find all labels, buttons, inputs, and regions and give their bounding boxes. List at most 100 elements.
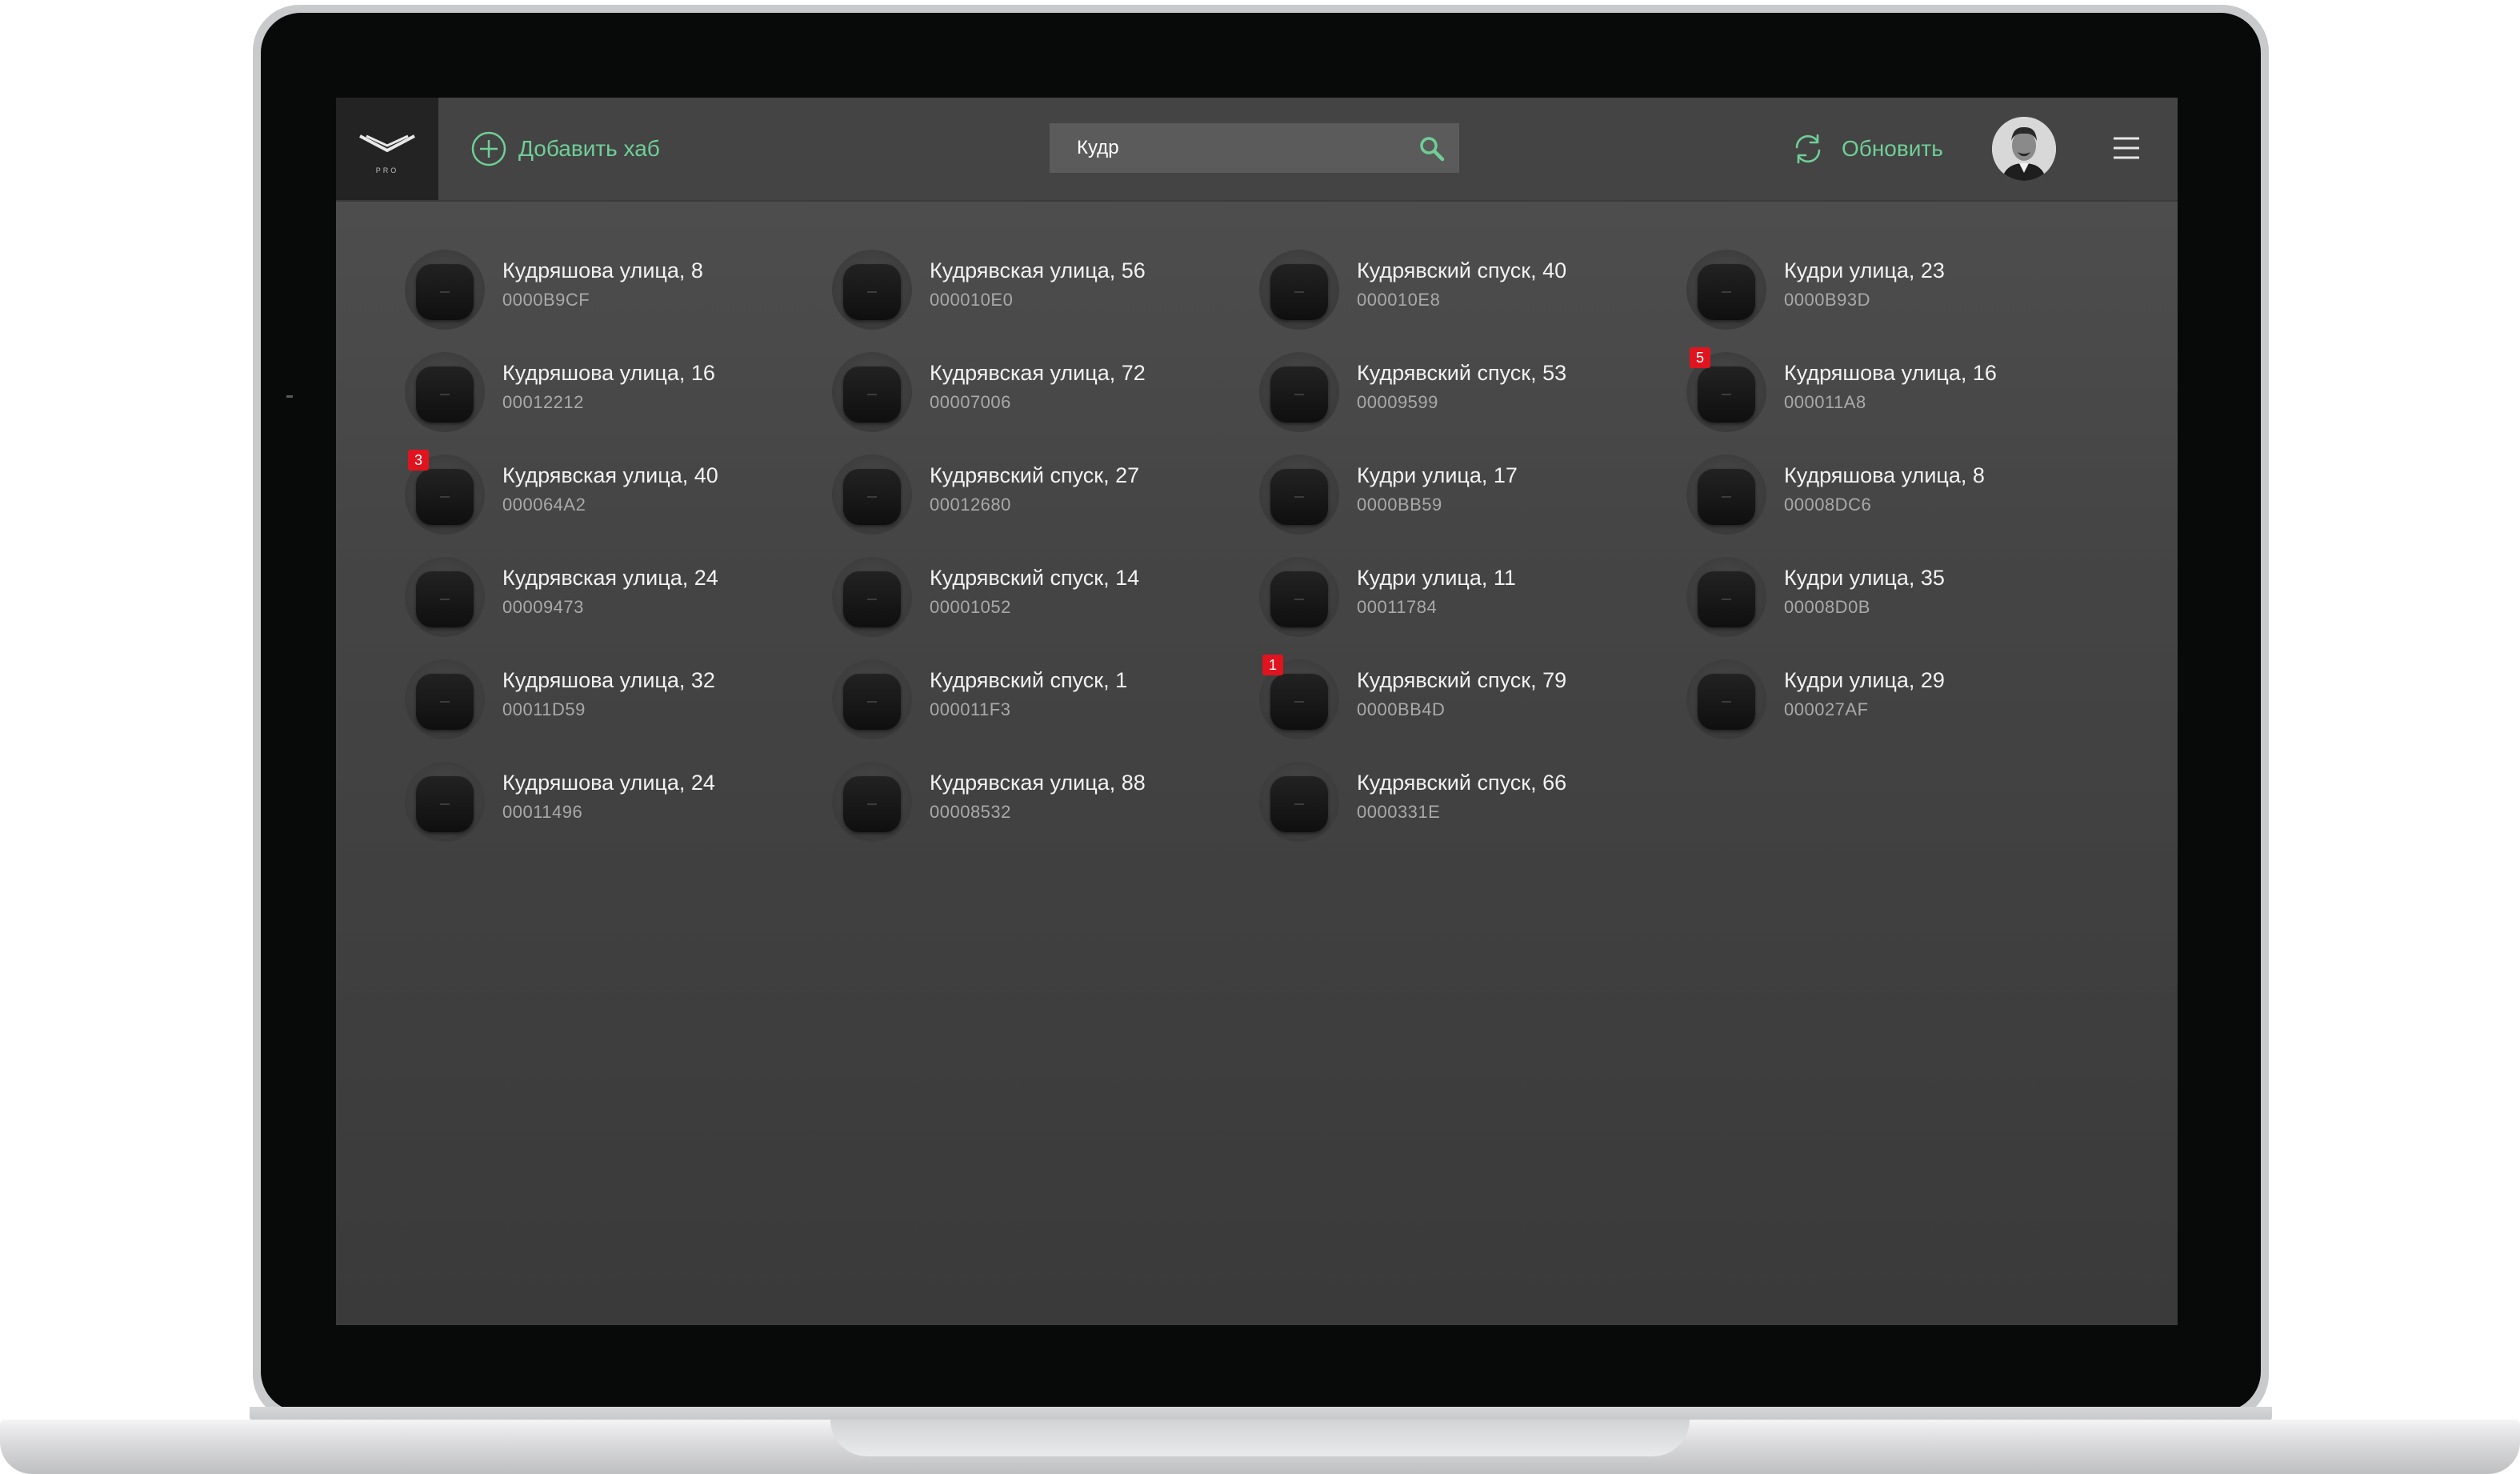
hub-id: 00012680 [930, 495, 1011, 515]
hub-id: 00011496 [502, 802, 583, 822]
hub-text: Кудрявская улица, 40 000064A2 [502, 461, 718, 517]
hub-list: Кудряшова улица, 8 0000B9CF Кудрявская у… [405, 250, 2114, 864]
hamburger-menu-icon[interactable] [2112, 136, 2141, 160]
hub-text: Кудрявская улица, 88 00008532 [930, 768, 1146, 824]
avatar[interactable] [1992, 117, 2056, 181]
hub-text: Кудрявская улица, 24 00009473 [502, 563, 718, 619]
hub-device-icon [843, 366, 901, 423]
hub-thumbnail [832, 250, 912, 330]
hub-device-logo [1722, 701, 1731, 703]
hub-item[interactable]: Кудряшова улица, 8 0000B9CF [405, 250, 832, 352]
hub-item[interactable]: Кудрявский спуск, 66 0000331E [1259, 762, 1686, 864]
hub-item[interactable]: Кудрявский спуск, 40 000010E8 [1259, 250, 1686, 352]
hub-device-icon [1270, 366, 1328, 423]
hub-thumbnail [1259, 557, 1339, 637]
hub-id: 000010E0 [930, 290, 1014, 310]
logo[interactable]: PRO [336, 98, 438, 200]
hub-device-logo [867, 803, 877, 805]
hub-thumbnail [832, 762, 912, 842]
hub-thumbnail [405, 762, 485, 842]
hub-text: Кудрявская улица, 72 00007006 [930, 358, 1146, 415]
hub-device-logo [440, 291, 450, 293]
hub-text: Кудряшова улица, 32 00011D59 [502, 666, 715, 722]
hub-id: 00008D0B [1784, 597, 1870, 617]
hub-device-icon [1270, 776, 1328, 832]
search-box[interactable] [1050, 123, 1459, 173]
hub-id: 0000B93D [1784, 290, 1870, 310]
hub-item[interactable]: Кудри улица, 23 0000B93D [1686, 250, 2114, 352]
hub-text: Кудри улица, 35 00008D0B [1784, 563, 1945, 619]
hub-device-logo [440, 599, 450, 600]
hub-item[interactable]: Кудри улица, 29 000027AF [1686, 659, 2114, 762]
hub-thumbnail [1686, 659, 1766, 739]
hub-device-icon [843, 264, 901, 320]
hub-item[interactable]: Кудрявский спуск, 1 000011F3 [832, 659, 1259, 762]
add-hub-button[interactable]: Добавить хаб [470, 130, 660, 168]
hub-device-icon [1270, 674, 1328, 730]
hub-name: Кудрявский спуск, 53 [1357, 361, 1567, 385]
hub-id: 0000BB59 [1357, 495, 1442, 515]
hub-thumbnail [1686, 557, 1766, 637]
hub-item[interactable]: Кудрявская улица, 24 00009473 [405, 557, 832, 659]
hub-device-logo [1294, 496, 1304, 498]
search-icon[interactable] [1419, 136, 1445, 162]
hub-item[interactable]: Кудрявский спуск, 14 00001052 [832, 557, 1259, 659]
hub-name: Кудряшова улица, 16 [1784, 361, 1997, 385]
user-photo-icon [1992, 117, 2056, 181]
hub-item[interactable]: Кудрявский спуск, 53 00009599 [1259, 352, 1686, 455]
hub-text: Кудряшова улица, 16 000011A8 [1784, 358, 1997, 415]
hub-item[interactable]: Кудрявский спуск, 27 00012680 [832, 455, 1259, 557]
hub-name: Кудри улица, 17 [1357, 463, 1518, 487]
hub-id: 00007006 [930, 392, 1011, 412]
hub-name: Кудрявская улица, 88 [930, 771, 1146, 795]
hub-name: Кудрявская улица, 72 [930, 361, 1146, 385]
hub-item[interactable]: Кудри улица, 11 00011784 [1259, 557, 1686, 659]
hub-device-icon [1698, 366, 1755, 423]
hub-item[interactable]: Кудряшова улица, 24 00011496 [405, 762, 832, 864]
hub-name: Кудри улица, 23 [1784, 258, 1945, 282]
hub-thumbnail [1686, 455, 1766, 535]
hub-name: Кудри улица, 11 [1357, 566, 1516, 590]
hub-device-logo [1294, 599, 1304, 600]
hub-item[interactable]: Кудри улица, 35 00008D0B [1686, 557, 2114, 659]
hub-device-icon [843, 469, 901, 525]
refresh-button[interactable]: Обновить [1790, 130, 1943, 168]
hub-text: Кудрявский спуск, 27 00012680 [930, 461, 1139, 517]
plus-circle-icon [471, 131, 506, 166]
hub-item[interactable]: Кудрявская улица, 72 00007006 [832, 352, 1259, 455]
hub-text: Кудри улица, 23 0000B93D [1784, 256, 1945, 312]
hub-name: Кудрявский спуск, 66 [1357, 771, 1567, 795]
hub-thumbnail [832, 455, 912, 535]
hub-item[interactable]: 5 Кудряшова улица, 16 000011A8 [1686, 347, 2114, 455]
hub-item[interactable]: Кудрявская улица, 56 000010E0 [832, 250, 1259, 352]
hub-device-logo [1722, 394, 1731, 395]
hub-name: Кудряшова улица, 24 [502, 771, 715, 795]
hub-device-logo [440, 496, 450, 498]
hub-id: 00009473 [502, 597, 584, 617]
hub-device-logo [867, 496, 877, 498]
hub-item[interactable]: Кудрявская улица, 88 00008532 [832, 762, 1259, 864]
hub-text: Кудрявский спуск, 40 000010E8 [1357, 256, 1566, 312]
hub-name: Кудрявская улица, 24 [502, 566, 718, 590]
search-input[interactable] [1075, 136, 1411, 160]
hub-id: 0000331E [1357, 802, 1441, 822]
hub-item[interactable]: Кудряшова улица, 16 00012212 [405, 352, 832, 455]
hub-name: Кудрявский спуск, 79 [1357, 668, 1567, 692]
hub-item[interactable]: 1 Кудрявский спуск, 79 0000BB4D [1259, 655, 1686, 762]
hub-thumbnail: 3 [405, 450, 485, 535]
hub-item[interactable]: 3 Кудрявская улица, 40 000064A2 [405, 450, 832, 557]
hub-item[interactable]: Кудри улица, 17 0000BB59 [1259, 455, 1686, 557]
hub-device-icon [1698, 571, 1755, 627]
refresh-label: Обновить [1842, 136, 1943, 161]
hub-name: Кудри улица, 29 [1784, 668, 1945, 692]
hub-device-logo [440, 394, 450, 395]
hub-id: 000011F3 [930, 699, 1011, 719]
hub-item[interactable]: Кудряшова улица, 32 00011D59 [405, 659, 832, 762]
hub-id: 00011D59 [502, 699, 586, 719]
hub-text: Кудрявская улица, 56 000010E0 [930, 256, 1146, 312]
hub-id: 000027AF [1784, 699, 1869, 719]
hub-device-icon [843, 674, 901, 730]
hub-alert-badge: 1 [1262, 655, 1283, 675]
hub-item[interactable]: Кудряшова улица, 8 00008DC6 [1686, 455, 2114, 557]
hub-thumbnail [1259, 762, 1339, 842]
